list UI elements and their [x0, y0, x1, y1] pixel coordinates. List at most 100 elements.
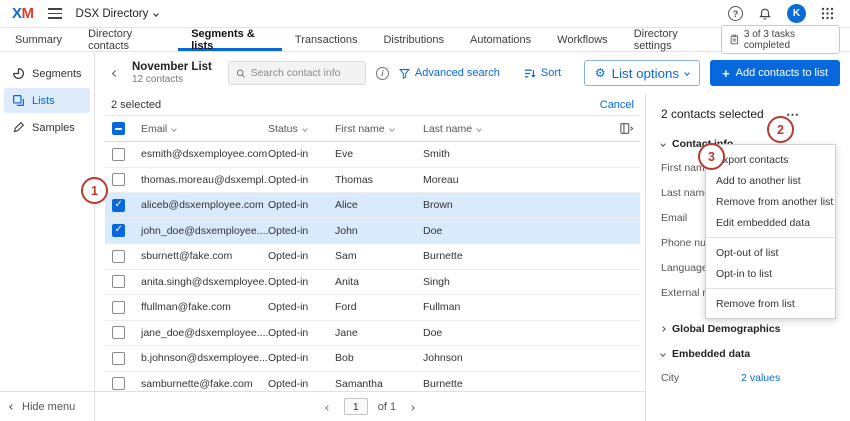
chevron-right-icon — [660, 326, 666, 332]
cell-status: Opted-in — [268, 301, 309, 314]
cell-status: Opted-in — [268, 326, 309, 339]
table-row[interactable]: jane_doe@dsxemployee.... Opted-in Jane Doe — [105, 321, 640, 346]
sidebar-item-segments[interactable]: Segments — [4, 61, 90, 86]
menu-item-export-contacts[interactable]: Export contacts — [706, 149, 835, 170]
row-checkbox[interactable] — [112, 249, 125, 263]
tasks-completed-badge[interactable]: 3 of 3 tasks completed — [721, 25, 841, 54]
column-header-status[interactable]: Status — [268, 123, 335, 135]
lists-icon — [13, 95, 24, 106]
table-row[interactable]: ffullman@fake.com Opted-in Ford Fullman — [105, 295, 640, 321]
table-row[interactable]: john_doe@dsxemployee....Opted-in John Doe — [105, 218, 640, 244]
directory-name: DSX Directory — [75, 7, 149, 20]
row-checkbox[interactable] — [112, 147, 125, 161]
list-contact-count: 12 contacts — [132, 73, 184, 85]
chevron-left-icon — [9, 403, 15, 410]
table-row[interactable]: sburnett@fake.com Opted-in Sam Burnette — [105, 244, 640, 270]
hamburger-menu-icon[interactable] — [47, 8, 62, 19]
samples-icon — [13, 121, 25, 133]
column-header-first-name[interactable]: First name — [335, 123, 423, 135]
table-row[interactable]: samburnette@fake.com Opted-in Samantha Burn… — [105, 372, 640, 392]
cell-status: Opted-in — [268, 199, 309, 212]
row-checkbox[interactable] — [112, 351, 125, 365]
section-label: Embedded data — [672, 348, 751, 360]
next-page-button[interactable] — [406, 397, 418, 417]
column-picker-icon[interactable] — [620, 122, 634, 135]
table-row[interactable]: anita.singh@dsxemployee... Opted-in Anita S… — [105, 270, 640, 295]
menu-item-remove-from-another-list[interactable]: Remove from another list — [706, 191, 835, 212]
menu-item-opt-out-of-list[interactable]: Opt-out of list — [706, 242, 835, 263]
selected-contacts-context-menu: Export contacts Add to another list Remo… — [705, 144, 836, 319]
help-icon[interactable]: ? — [728, 6, 743, 21]
hide-menu-button[interactable]: Hide menu — [0, 391, 94, 421]
tab-distributions[interactable]: Distributions — [370, 28, 457, 51]
clipboard-icon — [730, 34, 739, 45]
selection-bar: 2 selected Cancel — [105, 94, 640, 116]
cell-email: anita.singh@dsxemployee... — [141, 275, 268, 288]
list-meta: November List 12 contacts — [132, 60, 212, 87]
select-all-checkbox[interactable] — [112, 122, 125, 135]
advanced-search-label: Advanced search — [414, 67, 500, 79]
chevron-down-icon — [684, 70, 690, 76]
table-row[interactable]: aliceb@dsxemployee.com Opted-in Alice Brown — [105, 193, 640, 219]
user-avatar[interactable]: K — [787, 4, 806, 23]
app-switcher-icon[interactable] — [821, 7, 834, 20]
chevron-down-icon — [660, 351, 666, 357]
cell-email: esmith@dsxemployee.com — [141, 148, 268, 161]
menu-item-opt-in-to-list[interactable]: Opt-in to list — [706, 263, 835, 284]
add-contacts-label: Add contacts to list — [735, 67, 828, 79]
cell-status: Opted-in — [268, 377, 309, 390]
tab-directory-settings[interactable]: Directory settings — [621, 28, 721, 52]
cell-status: Opted-in — [268, 224, 309, 237]
tab-segments-and-lists[interactable]: Segments & lists — [178, 28, 282, 52]
filter-funnel-icon — [399, 68, 410, 79]
row-checkbox[interactable] — [112, 224, 125, 238]
row-checkbox[interactable] — [112, 300, 125, 314]
cell-email: sburnett@fake.com — [141, 250, 233, 263]
embedded-data-section-header[interactable]: Embedded data — [660, 348, 850, 360]
contacts-table: 2 selected Cancel Email Status First nam… — [105, 94, 640, 391]
sidebar-item-label: Samples — [32, 121, 75, 134]
table-row[interactable]: esmith@dsxemployee.com Opted-in Eve Smith — [105, 142, 640, 168]
tab-transactions[interactable]: Transactions — [282, 28, 371, 51]
cell-first-name: Alice — [335, 199, 358, 212]
current-page-input[interactable]: 1 — [343, 398, 368, 415]
notifications-bell-icon[interactable] — [758, 7, 772, 21]
sort-button[interactable]: Sort — [524, 67, 561, 79]
info-icon[interactable]: i — [375, 66, 389, 80]
row-checkbox[interactable] — [112, 377, 125, 391]
menu-item-remove-from-list[interactable]: Remove from list — [706, 293, 835, 314]
add-contacts-to-list-button[interactable]: + Add contacts to list — [710, 60, 840, 86]
pagination: 1 of 1 — [95, 391, 645, 421]
cancel-selection-button[interactable]: Cancel — [600, 99, 634, 111]
row-checkbox[interactable] — [112, 198, 125, 212]
cell-email: samburnette@fake.com — [141, 377, 253, 390]
column-header-last-name[interactable]: Last name — [423, 123, 610, 135]
cell-first-name: Eve — [335, 148, 354, 161]
search-input[interactable] — [250, 67, 358, 79]
directory-selector[interactable]: DSX Directory — [75, 7, 160, 20]
tab-workflows[interactable]: Workflows — [544, 28, 621, 51]
table-row[interactable]: thomas.moreau@dsxempl... Opted-in Thomas Mo… — [105, 168, 640, 193]
row-checkbox[interactable] — [112, 173, 125, 187]
previous-page-button[interactable] — [322, 397, 334, 417]
row-checkbox[interactable] — [112, 275, 125, 289]
sidebar-item-samples[interactable]: Samples — [4, 115, 90, 140]
menu-item-edit-embedded-data[interactable]: Edit embedded data — [706, 212, 835, 233]
chevron-right-icon — [409, 404, 415, 411]
sidebar-item-lists[interactable]: Lists — [4, 88, 90, 113]
back-button[interactable] — [109, 63, 122, 83]
directory-nav-tabs: Summary Directory contacts Segments & li… — [0, 25, 850, 54]
global-demographics-section-header[interactable]: Global Demographics — [660, 323, 850, 335]
cell-first-name: Jane — [335, 326, 358, 339]
embedded-data-value-link[interactable]: 2 values — [741, 372, 780, 384]
advanced-search-button[interactable]: Advanced search — [399, 67, 500, 79]
row-checkbox[interactable] — [112, 326, 125, 340]
tab-automations[interactable]: Automations — [457, 28, 544, 51]
menu-item-add-to-another-list[interactable]: Add to another list — [706, 170, 835, 191]
list-options-button[interactable]: ⚙ List options — [583, 60, 701, 86]
tab-summary[interactable]: Summary — [2, 28, 75, 51]
xm-logo-x: X — [12, 5, 22, 22]
table-row[interactable]: b.johnson@dsxemployee.... Opted-in Bob John… — [105, 346, 640, 372]
column-header-email[interactable]: Email — [141, 123, 268, 135]
tab-directory-contacts[interactable]: Directory contacts — [75, 28, 178, 52]
